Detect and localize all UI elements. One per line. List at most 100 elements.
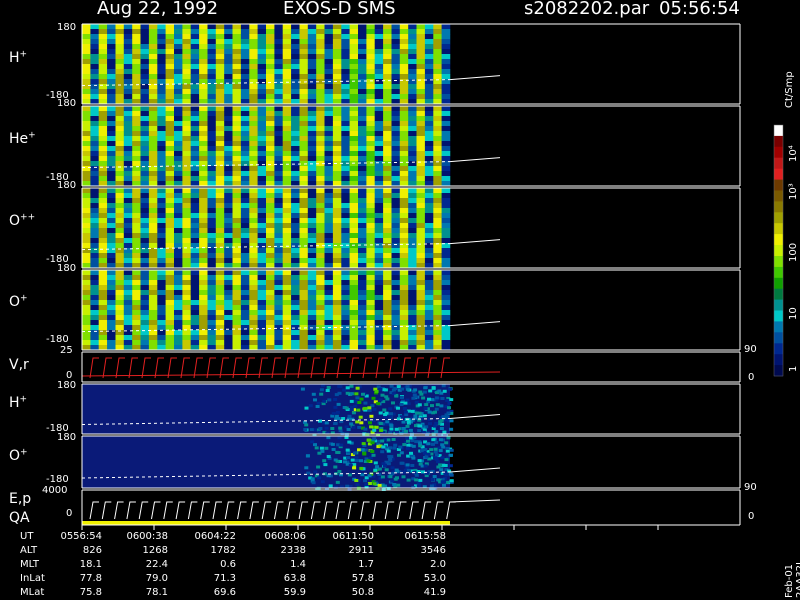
panel-label-h-plus: H+	[9, 49, 28, 66]
panel-spectrogram	[81, 106, 501, 187]
ephemeris-row-label: InLat	[20, 573, 45, 584]
tick-op-top: 180	[57, 263, 77, 274]
colorbar-swatch	[774, 343, 783, 355]
tick-ep-right-bot: 0	[748, 511, 755, 522]
ephemeris-cell: 50.8	[351, 587, 374, 598]
tick-h-top: 180	[57, 22, 77, 33]
ephemeris-cell: 1782	[210, 545, 236, 556]
colorbar	[773, 124, 784, 377]
title-time: 05:56:54	[659, 0, 740, 19]
ephemeris-cell: 826	[82, 545, 102, 556]
panel-label-qa: QA	[9, 510, 30, 526]
colorbar-swatch	[774, 310, 783, 322]
ephemeris-cell: 77.8	[79, 573, 102, 584]
ephemeris-cell: 18.1	[79, 559, 102, 570]
ephemeris-cell: 41.9	[423, 587, 446, 598]
tick-ep-bot: 0	[66, 508, 73, 519]
colorbar-label-1e3: 10³	[788, 183, 799, 200]
tick-vr-right-bot: 0	[748, 372, 755, 383]
colorbar-label-10: 10	[788, 307, 799, 320]
ephemeris-cell: 0615:58	[404, 531, 446, 542]
panel-label-o-plus-2: O+	[9, 447, 28, 464]
ephemeris-cell: 0556:54	[60, 531, 102, 542]
ephemeris-cell: 79.0	[145, 573, 168, 584]
ephemeris-row-ut: UT 0556:54 0600:38 0604:22 0608:06 0611:50 061…	[0, 531, 520, 543]
panel-label-he-plus: He+	[9, 130, 36, 147]
spectrogram-layer	[81, 24, 501, 525]
ephemeris-cell: 0608:06	[264, 531, 306, 542]
colorbar-swatch	[774, 277, 783, 290]
tick-opp-top: 180	[57, 180, 77, 191]
panel-label-h-plus-2: H+	[9, 394, 28, 411]
ephemeris-cell: 69.6	[213, 587, 236, 598]
ephemeris-cell: 0600:38	[126, 531, 168, 542]
ephemeris-row-label: MLT	[20, 559, 39, 570]
colorbar-swatch	[774, 365, 783, 377]
colorbar-swatch	[774, 256, 783, 268]
colorbar-unit: Ct/Smp	[784, 71, 795, 108]
panel-spectrogram	[82, 499, 501, 525]
ephemeris-cell: 2338	[280, 545, 306, 556]
colorbar-swatch	[774, 146, 783, 159]
panel-spectrogram	[81, 384, 501, 437]
panel-label-o-pp: O++	[9, 212, 36, 229]
panel-spectrogram	[81, 436, 501, 491]
colorbar-swatch	[774, 266, 783, 279]
ephemeris-cell: 3546	[420, 545, 446, 556]
colorbar-label-1e4: 10⁴	[788, 145, 799, 162]
title-file: s2082202.par	[524, 0, 650, 19]
tick-ep-right-top: 90	[744, 482, 757, 493]
colorbar-swatch	[774, 332, 783, 344]
title-instrument: EXOS-D SMS	[283, 0, 396, 19]
colorbar-swatch	[774, 135, 783, 148]
ephemeris-row-mlt: MLT 18.1 22.4 0.6 1.4 1.7 2.0	[0, 559, 520, 571]
colorbar-swatch	[774, 157, 783, 170]
ephemeris-cell: 1.4	[290, 559, 306, 570]
plot-canvas	[81, 23, 784, 530]
footer-stamp: Feb-01 2AA32L	[784, 559, 800, 598]
colorbar-swatch	[774, 288, 783, 301]
ephemeris-row-alt: ALT 826 1268 1782 2338 2911 3546	[0, 545, 520, 557]
colorbar-swatch	[774, 201, 783, 213]
panel-label-ep: E,p	[9, 491, 32, 507]
ephemeris-cell: 2.0	[430, 559, 446, 570]
colorbar-label-1: 1	[788, 365, 799, 372]
colorbar-swatch	[774, 190, 783, 202]
colorbar-swatch	[774, 354, 783, 366]
ephemeris-row-mlat: MLat 75.8 78.1 69.6 59.9 50.8 41.9	[0, 587, 520, 599]
colorbar-swatch	[774, 168, 783, 181]
ephemeris-cell: 71.3	[213, 573, 236, 584]
tick-o2-top: 180	[57, 432, 77, 443]
tick-h2-top: 180	[57, 380, 77, 391]
ephemeris-cell: 0.6	[220, 559, 236, 570]
panel-label-o-plus: O+	[9, 293, 28, 310]
tick-he-top: 180	[57, 98, 77, 109]
colorbar-swatch	[774, 299, 783, 311]
tick-op-bot: -180	[46, 334, 69, 345]
tick-ep-top: 4000	[42, 485, 68, 496]
colorbar-swatch	[774, 321, 783, 333]
ephemeris-cell: 2911	[348, 545, 374, 556]
ephemeris-row-label: UT	[20, 531, 34, 542]
panel-spectrogram	[81, 188, 501, 269]
ephemeris-cell: 0604:22	[194, 531, 236, 542]
colorbar-label-100: 100	[788, 242, 799, 262]
ephemeris-cell: 53.0	[423, 573, 446, 584]
ephemeris-cell: 57.8	[351, 573, 374, 584]
ephemeris-row-inlat: InLat 77.8 79.0 71.3 63.8 57.8 53.0	[0, 573, 520, 585]
ephemeris-cell: 63.8	[283, 573, 306, 584]
ephemeris-cell: 1268	[142, 545, 168, 556]
panel-spectrogram	[81, 270, 501, 351]
ephemeris-row-label: MLat	[20, 587, 45, 598]
ephemeris-cell: 1.7	[358, 559, 374, 570]
panel-spectrogram	[81, 24, 501, 105]
tick-o2-bot: -180	[46, 474, 69, 485]
colorbar-swatch	[774, 223, 783, 235]
ephemeris-cell: 0611:50	[332, 531, 374, 542]
ephemeris-cell: 78.1	[145, 587, 168, 598]
colorbar-swatch	[774, 125, 783, 137]
ephemeris-row-label: ALT	[20, 545, 38, 556]
colorbar-swatch	[774, 179, 783, 191]
panel-spectrogram	[81, 357, 501, 379]
colorbar-swatch	[774, 234, 783, 246]
